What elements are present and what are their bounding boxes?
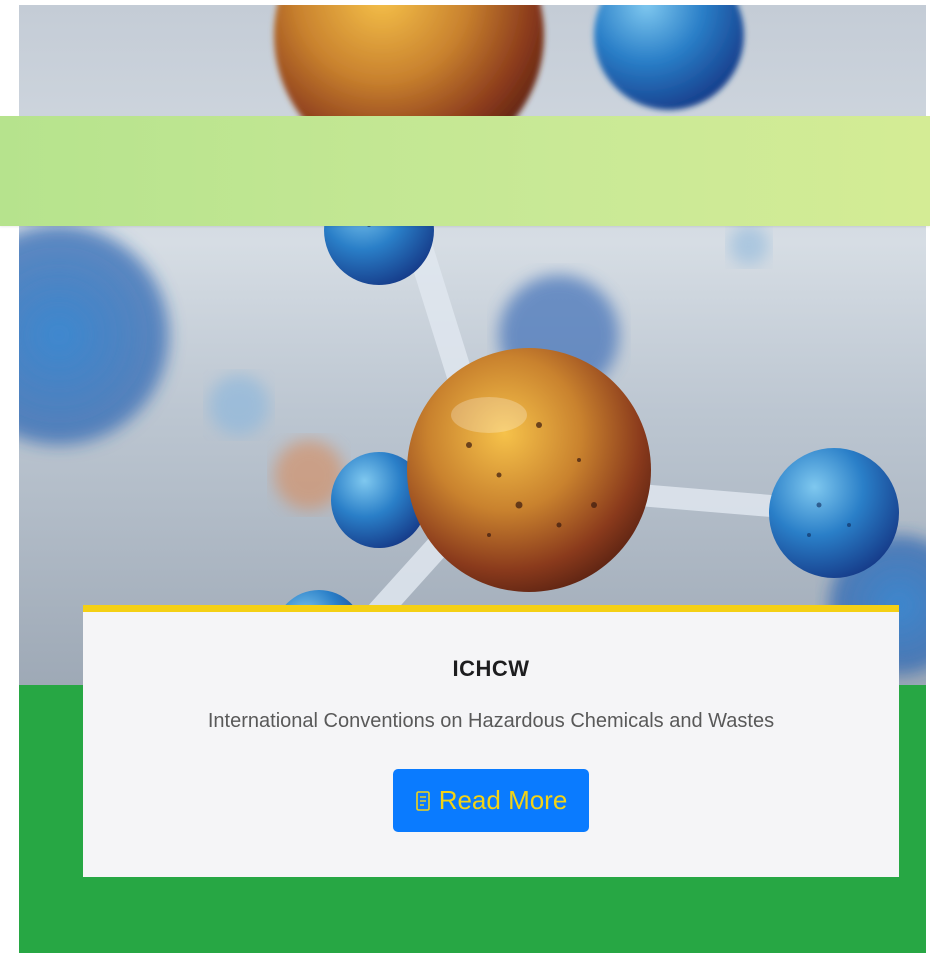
card-description: International Conventions on Hazardous C… [207,710,775,732]
read-more-button[interactable]: Read More [392,769,590,832]
molecule-illustration [19,5,926,680]
hero-image [19,5,926,685]
green-banner [0,116,930,226]
book-icon [415,790,431,812]
card-title: ICHCW [452,656,530,681]
info-box: ICHCW International Conventions on Hazar… [83,605,899,877]
read-more-label: Read More [438,785,568,815]
